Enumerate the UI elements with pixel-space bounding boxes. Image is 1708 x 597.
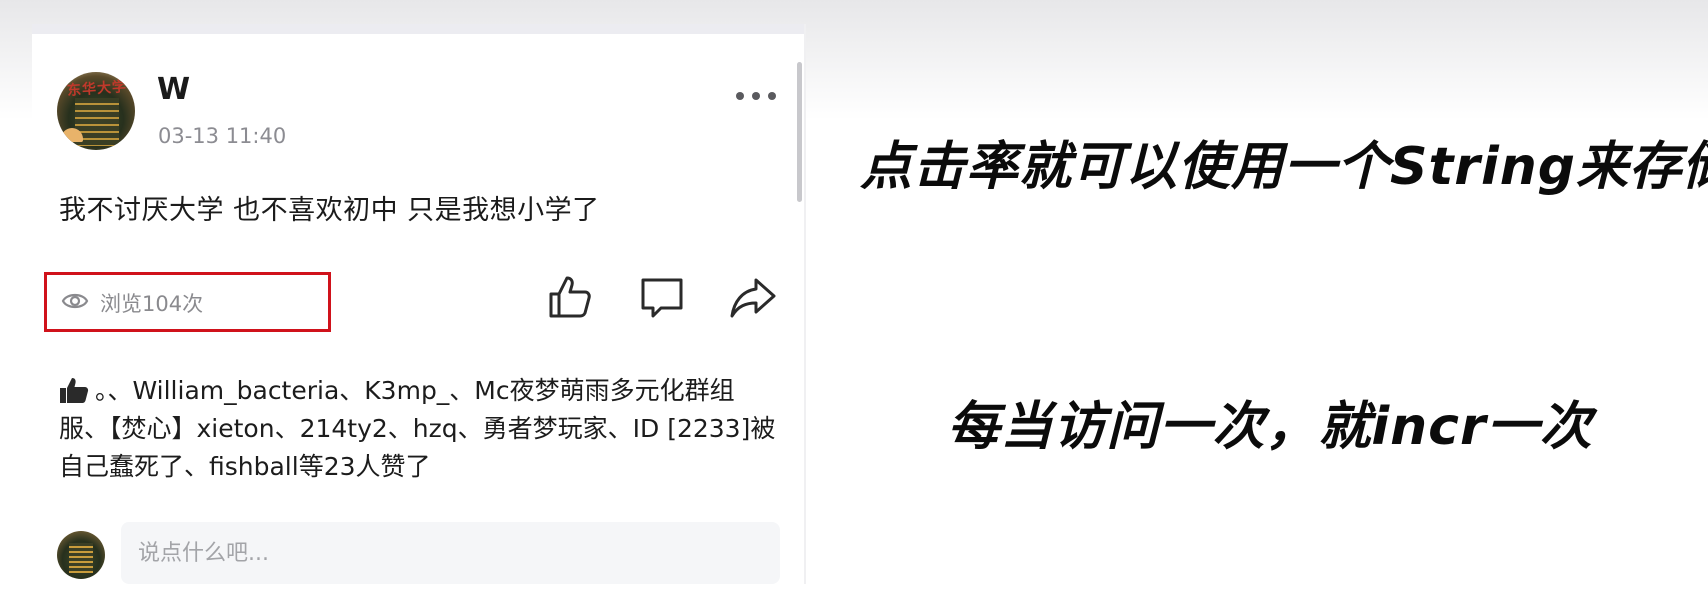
post-time: 03-13 11:40	[158, 124, 287, 148]
views-count: 浏览104次	[100, 292, 204, 316]
views-highlight-box: 浏览104次	[44, 272, 331, 332]
more-dot	[736, 92, 744, 100]
my-avatar	[57, 531, 105, 579]
more-dot	[752, 92, 760, 100]
screen-edge	[804, 24, 806, 584]
likes-text: 。、William_bacteria、K3mp_、Mc夜梦萌雨多元化群组服、【焚…	[59, 376, 776, 481]
eye-icon	[61, 293, 89, 309]
user-avatar[interactable]: 东华大学	[57, 72, 135, 150]
more-dot	[768, 92, 776, 100]
scrollbar[interactable]	[797, 62, 802, 202]
annotation-line-2: 每当访问一次，就incr一次	[947, 397, 1593, 457]
annotation-line-1: 点击率就可以使用一个String来存储	[860, 137, 1708, 197]
my-avatar-building	[69, 543, 93, 573]
thumb-filled-icon	[60, 378, 89, 403]
username-text[interactable]: W	[157, 72, 190, 107]
post-content: 我不讨厌大学 也不喜欢初中 只是我想小学了	[59, 195, 600, 226]
likes-list[interactable]: 。、William_bacteria、K3mp_、Mc夜梦萌雨多元化群组服、【焚…	[59, 372, 779, 486]
avatar-banner-text: 东华大学	[66, 78, 128, 100]
share-icon[interactable]	[728, 272, 778, 322]
username[interactable]: W	[157, 72, 190, 107]
thumbs-up-icon[interactable]	[545, 272, 595, 322]
more-icon[interactable]	[734, 84, 778, 108]
comment-icon[interactable]	[637, 272, 687, 322]
comment-input[interactable]	[121, 522, 780, 584]
